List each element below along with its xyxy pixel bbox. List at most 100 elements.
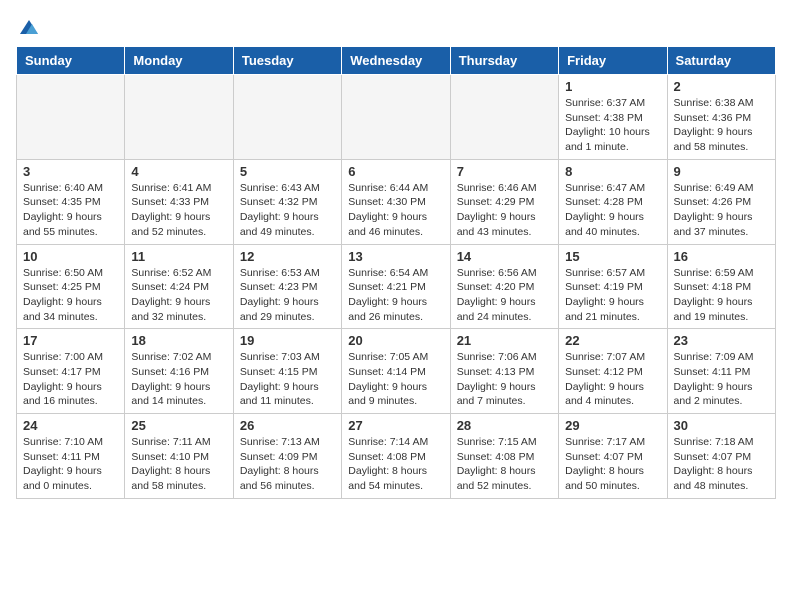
- day-number: 3: [23, 164, 118, 179]
- day-cell: 19 Sunrise: 7:03 AM Sunset: 4:15 PM Dayli…: [233, 329, 341, 414]
- day-number: 6: [348, 164, 443, 179]
- day-info: Sunrise: 7:07 AM Sunset: 4:12 PM Dayligh…: [565, 350, 660, 409]
- day-info: Sunrise: 6:41 AM Sunset: 4:33 PM Dayligh…: [131, 181, 226, 240]
- week-row-0: 1 Sunrise: 6:37 AM Sunset: 4:38 PM Daylig…: [17, 75, 776, 160]
- day-info: Sunrise: 7:00 AM Sunset: 4:17 PM Dayligh…: [23, 350, 118, 409]
- day-number: 12: [240, 249, 335, 264]
- day-cell: 25 Sunrise: 7:11 AM Sunset: 4:10 PM Dayli…: [125, 414, 233, 499]
- day-info: Sunrise: 6:43 AM Sunset: 4:32 PM Dayligh…: [240, 181, 335, 240]
- week-row-2: 10Sunrise: 6:50 AM Sunset: 4:25 PM Dayli…: [17, 244, 776, 329]
- day-cell: 12Sunrise: 6:53 AM Sunset: 4:23 PM Dayli…: [233, 244, 341, 329]
- day-cell: 14 Sunrise: 6:56 AM Sunset: 4:20 PM Dayli…: [450, 244, 558, 329]
- day-cell: [17, 75, 125, 160]
- logo-icon: [18, 16, 40, 38]
- day-number: 5: [240, 164, 335, 179]
- day-cell: 30 Sunrise: 7:18 AM Sunset: 4:07 PM Dayli…: [667, 414, 775, 499]
- day-info: Sunrise: 7:02 AM Sunset: 4:16 PM Dayligh…: [131, 350, 226, 409]
- day-number: 25: [131, 418, 226, 433]
- day-info: Sunrise: 6:56 AM Sunset: 4:20 PM Dayligh…: [457, 266, 552, 325]
- day-cell: 26Sunrise: 7:13 AM Sunset: 4:09 PM Dayli…: [233, 414, 341, 499]
- day-number: 27: [348, 418, 443, 433]
- weekday-header-tuesday: Tuesday: [233, 47, 341, 75]
- day-number: 11: [131, 249, 226, 264]
- day-number: 15: [565, 249, 660, 264]
- day-number: 22: [565, 333, 660, 348]
- day-cell: 28Sunrise: 7:15 AM Sunset: 4:08 PM Dayli…: [450, 414, 558, 499]
- day-number: 7: [457, 164, 552, 179]
- day-number: 30: [674, 418, 769, 433]
- day-info: Sunrise: 6:59 AM Sunset: 4:18 PM Dayligh…: [674, 266, 769, 325]
- day-info: Sunrise: 7:05 AM Sunset: 4:14 PM Dayligh…: [348, 350, 443, 409]
- day-number: 8: [565, 164, 660, 179]
- day-cell: 8 Sunrise: 6:47 AM Sunset: 4:28 PM Daylig…: [559, 159, 667, 244]
- day-info: Sunrise: 7:03 AM Sunset: 4:15 PM Dayligh…: [240, 350, 335, 409]
- main-container: SundayMondayTuesdayWednesdayThursdayFrid…: [0, 0, 792, 515]
- day-cell: 20 Sunrise: 7:05 AM Sunset: 4:14 PM Dayli…: [342, 329, 450, 414]
- weekday-header-friday: Friday: [559, 47, 667, 75]
- day-number: 13: [348, 249, 443, 264]
- day-cell: 16 Sunrise: 6:59 AM Sunset: 4:18 PM Dayli…: [667, 244, 775, 329]
- day-cell: 21 Sunrise: 7:06 AM Sunset: 4:13 PM Dayli…: [450, 329, 558, 414]
- day-cell: 9 Sunrise: 6:49 AM Sunset: 4:26 PM Daylig…: [667, 159, 775, 244]
- day-cell: 15Sunrise: 6:57 AM Sunset: 4:19 PM Dayli…: [559, 244, 667, 329]
- day-info: Sunrise: 7:11 AM Sunset: 4:10 PM Dayligh…: [131, 435, 226, 494]
- day-cell: 29 Sunrise: 7:17 AM Sunset: 4:07 PM Dayli…: [559, 414, 667, 499]
- day-cell: [125, 75, 233, 160]
- day-number: 19: [240, 333, 335, 348]
- weekday-header-wednesday: Wednesday: [342, 47, 450, 75]
- day-cell: 23Sunrise: 7:09 AM Sunset: 4:11 PM Dayli…: [667, 329, 775, 414]
- day-cell: 5 Sunrise: 6:43 AM Sunset: 4:32 PM Daylig…: [233, 159, 341, 244]
- weekday-header-thursday: Thursday: [450, 47, 558, 75]
- day-cell: 1 Sunrise: 6:37 AM Sunset: 4:38 PM Daylig…: [559, 75, 667, 160]
- day-info: Sunrise: 6:44 AM Sunset: 4:30 PM Dayligh…: [348, 181, 443, 240]
- day-cell: 22 Sunrise: 7:07 AM Sunset: 4:12 PM Dayli…: [559, 329, 667, 414]
- weekday-header-monday: Monday: [125, 47, 233, 75]
- day-number: 17: [23, 333, 118, 348]
- day-number: 26: [240, 418, 335, 433]
- day-number: 20: [348, 333, 443, 348]
- day-number: 9: [674, 164, 769, 179]
- week-row-3: 17 Sunrise: 7:00 AM Sunset: 4:17 PM Dayli…: [17, 329, 776, 414]
- day-number: 18: [131, 333, 226, 348]
- calendar-table: SundayMondayTuesdayWednesdayThursdayFrid…: [16, 46, 776, 499]
- day-cell: 6 Sunrise: 6:44 AM Sunset: 4:30 PM Daylig…: [342, 159, 450, 244]
- day-info: Sunrise: 6:52 AM Sunset: 4:24 PM Dayligh…: [131, 266, 226, 325]
- week-row-4: 24 Sunrise: 7:10 AM Sunset: 4:11 PM Dayli…: [17, 414, 776, 499]
- day-number: 4: [131, 164, 226, 179]
- day-number: 1: [565, 79, 660, 94]
- day-cell: 4 Sunrise: 6:41 AM Sunset: 4:33 PM Daylig…: [125, 159, 233, 244]
- day-cell: 3Sunrise: 6:40 AM Sunset: 4:35 PM Daylig…: [17, 159, 125, 244]
- logo: [16, 16, 40, 34]
- day-cell: [450, 75, 558, 160]
- weekday-header-saturday: Saturday: [667, 47, 775, 75]
- day-info: Sunrise: 6:46 AM Sunset: 4:29 PM Dayligh…: [457, 181, 552, 240]
- day-number: 23: [674, 333, 769, 348]
- week-row-1: 3Sunrise: 6:40 AM Sunset: 4:35 PM Daylig…: [17, 159, 776, 244]
- day-info: Sunrise: 6:54 AM Sunset: 4:21 PM Dayligh…: [348, 266, 443, 325]
- weekday-header-row: SundayMondayTuesdayWednesdayThursdayFrid…: [17, 47, 776, 75]
- day-info: Sunrise: 6:50 AM Sunset: 4:25 PM Dayligh…: [23, 266, 118, 325]
- day-info: Sunrise: 7:17 AM Sunset: 4:07 PM Dayligh…: [565, 435, 660, 494]
- day-cell: 10Sunrise: 6:50 AM Sunset: 4:25 PM Dayli…: [17, 244, 125, 329]
- day-info: Sunrise: 7:14 AM Sunset: 4:08 PM Dayligh…: [348, 435, 443, 494]
- day-info: Sunrise: 7:10 AM Sunset: 4:11 PM Dayligh…: [23, 435, 118, 494]
- day-cell: 13 Sunrise: 6:54 AM Sunset: 4:21 PM Dayli…: [342, 244, 450, 329]
- day-number: 29: [565, 418, 660, 433]
- day-number: 16: [674, 249, 769, 264]
- day-number: 2: [674, 79, 769, 94]
- day-info: Sunrise: 7:18 AM Sunset: 4:07 PM Dayligh…: [674, 435, 769, 494]
- day-info: Sunrise: 7:06 AM Sunset: 4:13 PM Dayligh…: [457, 350, 552, 409]
- day-info: Sunrise: 6:49 AM Sunset: 4:26 PM Dayligh…: [674, 181, 769, 240]
- day-number: 14: [457, 249, 552, 264]
- day-cell: 2 Sunrise: 6:38 AM Sunset: 4:36 PM Daylig…: [667, 75, 775, 160]
- day-cell: 7 Sunrise: 6:46 AM Sunset: 4:29 PM Daylig…: [450, 159, 558, 244]
- day-number: 28: [457, 418, 552, 433]
- day-number: 24: [23, 418, 118, 433]
- day-info: Sunrise: 6:38 AM Sunset: 4:36 PM Dayligh…: [674, 96, 769, 155]
- day-info: Sunrise: 6:47 AM Sunset: 4:28 PM Dayligh…: [565, 181, 660, 240]
- day-cell: [342, 75, 450, 160]
- day-number: 21: [457, 333, 552, 348]
- header: [16, 16, 776, 34]
- day-info: Sunrise: 6:37 AM Sunset: 4:38 PM Dayligh…: [565, 96, 660, 155]
- weekday-header-sunday: Sunday: [17, 47, 125, 75]
